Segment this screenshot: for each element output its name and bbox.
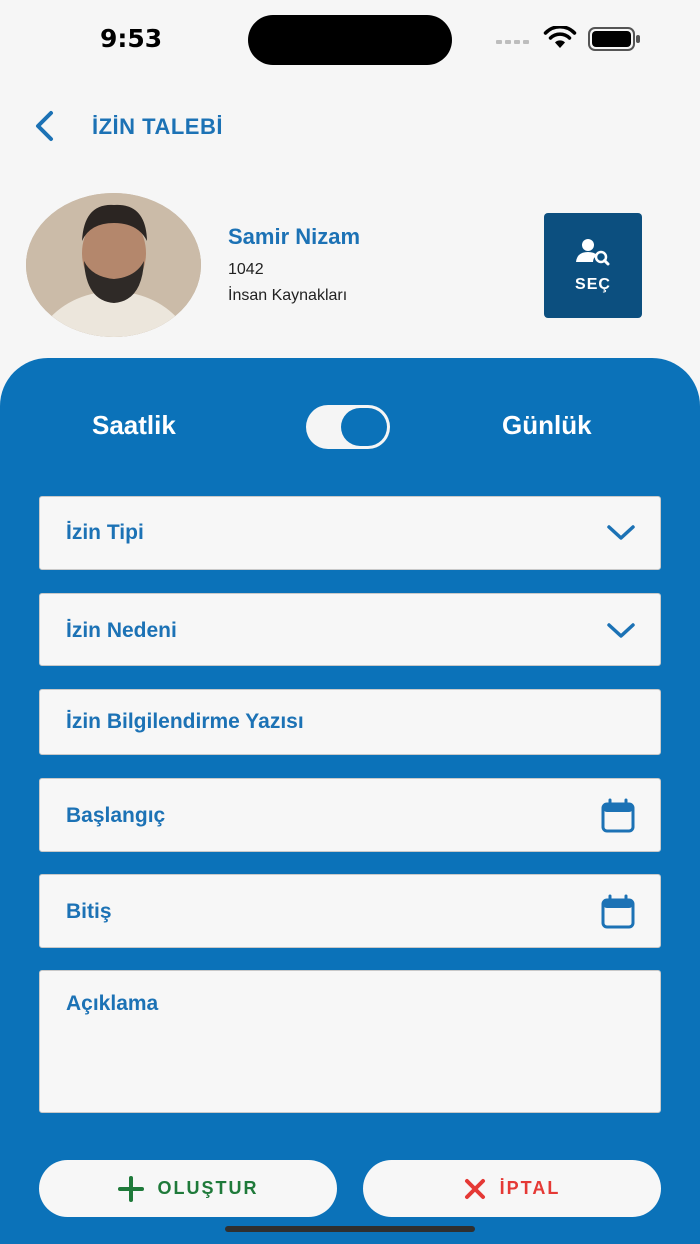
wifi-icon: [543, 26, 577, 48]
cancel-label: İPTAL: [499, 1178, 561, 1198]
home-indicator: [225, 1226, 475, 1232]
select-employee-button[interactable]: SEÇ: [544, 213, 642, 318]
toggle-knob: [341, 408, 387, 446]
battery-icon: [588, 27, 640, 51]
calendar-icon: [601, 798, 635, 833]
plus-icon: [117, 1175, 144, 1202]
select-label: SEÇ: [575, 275, 611, 293]
start-date-field[interactable]: Başlangıç: [39, 778, 661, 852]
end-date-field[interactable]: Bitiş: [39, 874, 661, 948]
profile-id: 1042: [228, 261, 264, 278]
leave-reason-select[interactable]: İzin Nedeni: [39, 593, 661, 666]
create-button[interactable]: OLUŞTUR: [39, 1160, 337, 1217]
hourly-label: Saatlik: [92, 410, 176, 440]
status-time: 9:53: [100, 24, 163, 53]
back-button[interactable]: [28, 106, 60, 146]
description-textarea[interactable]: Açıklama: [39, 970, 661, 1113]
page-title: İZİN TALEBİ: [92, 114, 223, 139]
header: İZİN TALEBİ: [0, 100, 700, 154]
user-search-icon: [576, 238, 610, 265]
start-date-label: Başlangıç: [66, 804, 166, 827]
chevron-down-icon: [607, 525, 635, 540]
calendar-icon: [601, 894, 635, 929]
daily-label: Günlük: [502, 410, 592, 440]
dynamic-island: [248, 15, 452, 65]
leave-type-select[interactable]: İzin Tipi: [39, 496, 661, 570]
chevron-left-icon: [36, 111, 53, 141]
cancel-button[interactable]: İPTAL: [363, 1160, 661, 1217]
info-text-field[interactable]: İzin Bilgilendirme Yazısı: [39, 689, 661, 755]
avatar: [26, 193, 201, 337]
leave-reason-label: İzin Nedeni: [66, 619, 177, 642]
hourly-daily-toggle[interactable]: [306, 405, 390, 449]
end-date-label: Bitiş: [66, 900, 112, 923]
profile-department: İnsan Kaynakları: [228, 287, 348, 304]
signal-icon: [496, 40, 529, 44]
close-icon: [464, 1178, 485, 1199]
description-label: Açıklama: [66, 992, 159, 1015]
leave-type-label: İzin Tipi: [66, 521, 144, 544]
create-label: OLUŞTUR: [157, 1178, 259, 1198]
profile-name: Samir Nizam: [228, 224, 361, 249]
status-bar: 9:53: [0, 0, 700, 80]
chevron-down-icon: [607, 623, 635, 638]
info-text-label: İzin Bilgilendirme Yazısı: [66, 710, 304, 733]
